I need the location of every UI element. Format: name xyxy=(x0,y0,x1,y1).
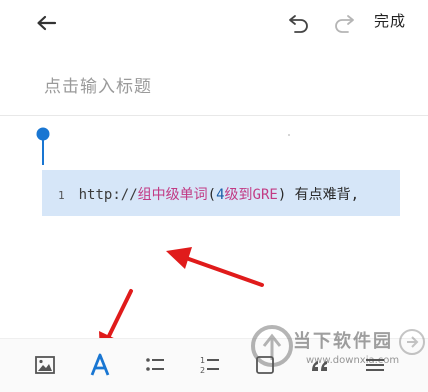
annotation-arrow-code xyxy=(166,247,264,287)
watermark-url: www.downxia.com xyxy=(306,355,400,366)
code-number: 4 xyxy=(216,187,225,203)
line-number: 1 xyxy=(58,189,65,202)
code-paren-close: ) xyxy=(277,187,287,203)
watermark-brand: 当下软件园 xyxy=(293,331,393,352)
top-bar: 完成 xyxy=(0,0,428,46)
back-arrow-icon[interactable] xyxy=(33,10,59,36)
redo-icon[interactable] xyxy=(331,11,357,35)
code-mid-text: 级到 xyxy=(224,187,253,203)
svg-text:1: 1 xyxy=(200,356,205,365)
code-url-text: http:// xyxy=(78,187,138,203)
code-pink-text: 组中级单词 xyxy=(137,187,208,203)
cursor-handle[interactable] xyxy=(35,127,51,165)
stray-dot xyxy=(288,134,290,136)
title-input[interactable]: 点击输入标题 xyxy=(44,72,152,97)
bullet-list-icon[interactable] xyxy=(141,351,169,379)
code-gre-text: GRE xyxy=(252,187,278,203)
svg-text:2: 2 xyxy=(200,366,205,375)
code-tail-text: 有点难背, xyxy=(286,187,360,203)
undo-icon[interactable] xyxy=(286,11,312,35)
text-format-icon[interactable] xyxy=(86,351,114,379)
code-paren-open: ( xyxy=(207,187,217,203)
image-icon[interactable] xyxy=(31,351,59,379)
numbered-list-icon[interactable]: 1 2 xyxy=(196,351,224,379)
title-divider xyxy=(0,115,428,116)
code-line: 1 http://组中级单词(4级到GRE) 有点难背, xyxy=(58,184,359,204)
done-button[interactable]: 完成 xyxy=(374,10,406,31)
code-block[interactable]: 1 http://组中级单词(4级到GRE) 有点难背, xyxy=(42,170,400,216)
